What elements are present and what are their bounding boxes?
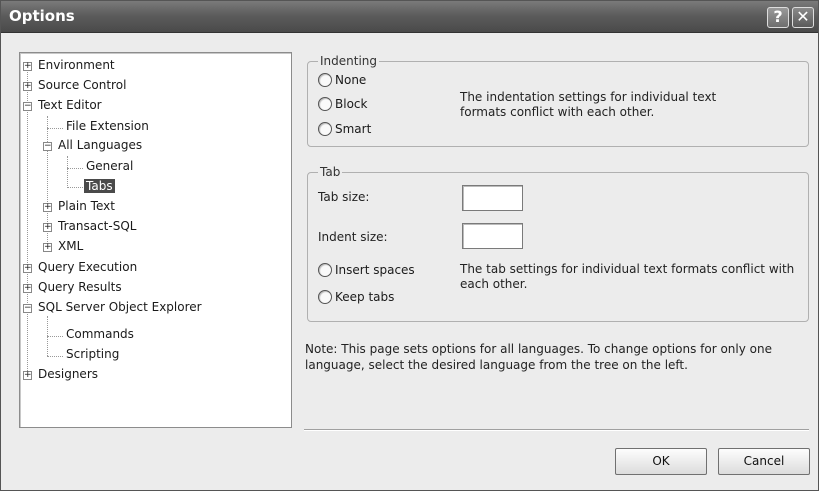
tree-item-file-extension[interactable]: File Extension: [64, 117, 151, 136]
tree-item-xml[interactable]: XML: [56, 237, 85, 256]
expand-icon[interactable]: +: [23, 371, 32, 380]
tree-item-label: General: [86, 159, 134, 173]
tree-item-label: Text Editor: [38, 98, 102, 112]
insert-spaces-radio[interactable]: Insert spaces: [318, 261, 415, 279]
options-tree[interactable]: + Environment + Source Control − Text Ed…: [19, 52, 292, 428]
tree-item-label: SQL Server Object Explorer: [38, 300, 202, 314]
tab-size-label: Tab size:: [318, 190, 370, 204]
tree-item-scripting[interactable]: Scripting: [64, 345, 121, 364]
expand-icon[interactable]: +: [43, 203, 52, 212]
radio-indicator: [318, 122, 332, 136]
tree-item-commands[interactable]: Commands: [64, 325, 136, 344]
tree-item-label: File Extension: [66, 119, 149, 133]
tree-item-sql-server-object-explorer[interactable]: SQL Server Object Explorer: [36, 298, 204, 317]
divider: [304, 429, 809, 431]
tree-item-label: All Languages: [58, 138, 143, 152]
ok-button[interactable]: OK: [615, 448, 707, 475]
indent-smart-label: Smart: [335, 122, 372, 136]
indent-block-label: Block: [335, 97, 368, 111]
title-bar: Options ? ✕: [1, 1, 818, 33]
indent-none-radio[interactable]: None: [318, 71, 366, 89]
tree-item-source-control[interactable]: Source Control: [36, 76, 128, 95]
tree-item-text-editor[interactable]: Text Editor: [36, 96, 104, 115]
radio-indicator: [318, 73, 332, 87]
tab-size-input[interactable]: [462, 185, 523, 211]
tab-conflict-message: The tab settings for individual text for…: [460, 262, 795, 291]
indent-block-radio[interactable]: Block: [318, 95, 367, 113]
indent-none-label: None: [335, 73, 367, 87]
tree-item-tabs[interactable]: Tabs: [84, 177, 115, 196]
tree-item-label: Scripting: [66, 347, 120, 361]
tree-item-designers[interactable]: Designers: [36, 365, 100, 384]
tree-item-plain-text[interactable]: Plain Text: [56, 197, 117, 216]
window-title: Options: [9, 7, 75, 25]
expand-icon[interactable]: +: [23, 62, 32, 71]
keep-tabs-label: Keep tabs: [335, 290, 395, 304]
expand-icon[interactable]: +: [23, 264, 32, 273]
collapse-icon[interactable]: −: [43, 142, 52, 151]
tree-item-query-execution[interactable]: Query Execution: [36, 258, 139, 277]
insert-spaces-label: Insert spaces: [335, 263, 415, 277]
tree-item-query-results[interactable]: Query Results: [36, 278, 124, 297]
help-button[interactable]: ?: [767, 7, 789, 28]
tree-item-label: XML: [58, 239, 84, 253]
tree-item-label: Query Results: [38, 280, 122, 294]
tab-group-title: Tab: [318, 165, 343, 179]
indent-size-label: Indent size:: [318, 230, 388, 244]
tree-item-general[interactable]: General: [84, 157, 135, 176]
indenting-conflict-message: The indentation settings for individual …: [460, 90, 717, 119]
radio-indicator: [318, 97, 332, 111]
collapse-icon[interactable]: −: [23, 304, 32, 313]
expand-icon[interactable]: +: [23, 82, 32, 91]
tree-item-label: Designers: [38, 367, 98, 381]
options-dialog: Options ? ✕ + Environment + Source Contr…: [0, 0, 819, 491]
collapse-icon[interactable]: −: [23, 102, 32, 111]
tree-item-all-languages[interactable]: All Languages: [56, 136, 144, 155]
indent-size-input[interactable]: [462, 223, 523, 249]
tree-item-label: Environment: [38, 58, 115, 72]
tree-item-label: Plain Text: [58, 199, 115, 213]
tree-item-label: Transact-SQL: [58, 219, 137, 233]
close-button[interactable]: ✕: [792, 7, 814, 28]
expand-icon[interactable]: +: [43, 243, 52, 252]
tree-item-transact-sql[interactable]: Transact-SQL: [56, 217, 138, 236]
note-text: Note: This page sets options for all lan…: [305, 342, 772, 372]
tree-item-label-selected: Tabs: [84, 179, 115, 193]
indent-smart-radio[interactable]: Smart: [318, 120, 371, 138]
expand-icon[interactable]: +: [23, 284, 32, 293]
tree-item-environment[interactable]: Environment: [36, 56, 117, 75]
cancel-button[interactable]: Cancel: [718, 448, 810, 475]
expand-icon[interactable]: +: [43, 223, 52, 232]
indenting-group-title: Indenting: [318, 54, 380, 68]
tree-item-label: Source Control: [38, 78, 127, 92]
radio-indicator: [318, 263, 332, 277]
radio-indicator: [318, 290, 332, 304]
tree-item-label: Query Execution: [38, 260, 138, 274]
tree-item-label: Commands: [66, 327, 134, 341]
keep-tabs-radio[interactable]: Keep tabs: [318, 288, 394, 306]
